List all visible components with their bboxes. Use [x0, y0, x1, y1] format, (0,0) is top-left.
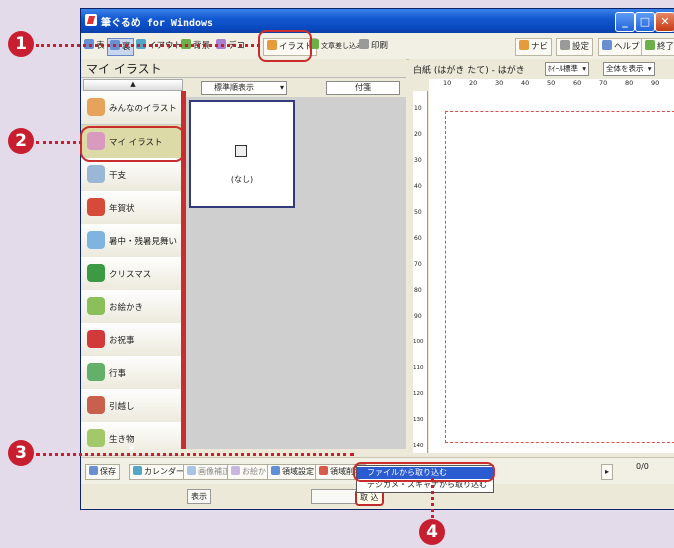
- category-scroll-down-button[interactable]: ▼: [129, 445, 134, 453]
- christmas-tree-icon: [87, 264, 105, 282]
- settings-icon: [560, 40, 570, 50]
- illust-thumbnail-none[interactable]: (なし): [189, 100, 295, 208]
- toolbar-back-button[interactable]: 裏: [107, 38, 134, 56]
- category-item-event[interactable]: 行事: [81, 356, 181, 390]
- help-icon: [602, 40, 612, 50]
- celebration-icon: [87, 330, 105, 348]
- callout-line-1: [36, 44, 260, 47]
- card-editor-pane: 白紙 (はがき たて) - はがき ﾎｲｰﾙ標準 全体を表示 10 20 30 …: [409, 59, 674, 457]
- category-item-everyone[interactable]: みんなのイラスト: [81, 91, 181, 125]
- toolbar-settings-button[interactable]: 設定: [556, 38, 594, 56]
- sort-select[interactable]: 標準順表示: [201, 81, 287, 95]
- toolbar-navi-button[interactable]: ナビ: [515, 38, 553, 56]
- page-counter: 0/0: [636, 462, 649, 471]
- image-correction-icon: [187, 466, 196, 475]
- title-bar[interactable]: 筆ぐるめ for Windows _ □ ✕: [81, 9, 674, 33]
- area-setting-button[interactable]: 領域設定: [267, 464, 318, 480]
- navi-icon: [519, 40, 529, 50]
- highlight-illust-button: [258, 30, 312, 62]
- category-item-summer-greeting[interactable]: 暑中・残暑見舞い: [81, 224, 181, 258]
- tag-buttons[interactable]: [311, 489, 359, 504]
- exit-icon: [645, 40, 655, 50]
- calendar-icon: [133, 466, 142, 475]
- new-year-card-icon: [87, 198, 105, 216]
- callout-badge-2: 2: [8, 128, 34, 154]
- category-item-drawing[interactable]: お絵かき: [81, 290, 181, 324]
- toolbar-text-insert-button[interactable]: 文章差し込み: [309, 38, 363, 54]
- highlight-import-from-file: [353, 462, 495, 482]
- moving-icon: [87, 396, 105, 414]
- paper-info: 白紙 (はがき たて) - はがき: [413, 66, 525, 76]
- close-button[interactable]: ✕: [655, 12, 674, 32]
- font-select[interactable]: ﾎｲｰﾙ標準: [545, 62, 589, 76]
- page-nav-button[interactable]: ▸: [601, 464, 614, 480]
- minimize-button[interactable]: _: [615, 12, 635, 32]
- people-icon: [87, 98, 105, 116]
- callout-badge-3: 3: [8, 440, 34, 466]
- category-item-zodiac[interactable]: 干支: [81, 158, 181, 192]
- drawing-tool-icon: [231, 466, 240, 475]
- highlight-my-illust: [80, 126, 185, 162]
- zodiac-icon: [87, 165, 105, 183]
- calendar-button[interactable]: カレンダー: [129, 464, 188, 480]
- toolbar-print-button[interactable]: 印刷: [359, 38, 388, 54]
- category-item-celebration[interactable]: お祝事: [81, 323, 181, 357]
- area-setting-icon: [271, 466, 280, 475]
- save-button[interactable]: 保存: [85, 464, 120, 480]
- illust-grid: (なし): [186, 97, 406, 449]
- tag-select[interactable]: 付箋: [326, 81, 400, 95]
- callout-badge-1: 1: [8, 31, 34, 57]
- event-icon: [87, 363, 105, 381]
- app-window: 筆ぐるめ for Windows _ □ ✕ 表 裏 イアウト 背景 デコ イラ…: [80, 8, 674, 510]
- ruler-left: 10 20 30 40 50 60 70 80 90 100 110 120 1…: [413, 91, 428, 453]
- display-button[interactable]: 表示: [187, 489, 211, 504]
- callout-line-3: [36, 453, 354, 456]
- category-item-moving[interactable]: 引越し: [81, 389, 181, 423]
- category-item-christmas[interactable]: クリスマス: [81, 257, 181, 291]
- summer-greeting-icon: [87, 231, 105, 249]
- window-title: 筆ぐるめ for Windows: [101, 18, 214, 29]
- creature-icon: [87, 429, 105, 447]
- toolbar-exit-button[interactable]: 終了: [641, 38, 674, 56]
- save-icon: [89, 466, 98, 475]
- image-icon: [235, 145, 247, 157]
- app-logo-icon: [85, 14, 97, 26]
- category-scroll-up-button[interactable]: ▲: [83, 79, 183, 91]
- category-item-new-year[interactable]: 年賀状: [81, 191, 181, 225]
- callout-badge-4: 4: [419, 519, 445, 545]
- pane-title: マイ イラスト: [81, 59, 406, 78]
- callout-line-4: [431, 478, 434, 518]
- print-area-guide: [445, 111, 674, 443]
- toolbar-help-button[interactable]: ヘルプ: [598, 38, 644, 56]
- callout-line-2: [36, 141, 82, 144]
- illust-pane: マイ イラスト ▲ 標準順表示 ◂ 付箋 みんなのイラスト マイ イラスト 干支…: [81, 59, 406, 506]
- maximize-button[interactable]: □: [635, 12, 655, 32]
- drawing-icon: [87, 297, 105, 315]
- area-delete-icon: [319, 466, 328, 475]
- zoom-select[interactable]: 全体を表示: [603, 62, 655, 76]
- printer-icon: [359, 39, 369, 49]
- postcard-canvas[interactable]: [429, 91, 674, 453]
